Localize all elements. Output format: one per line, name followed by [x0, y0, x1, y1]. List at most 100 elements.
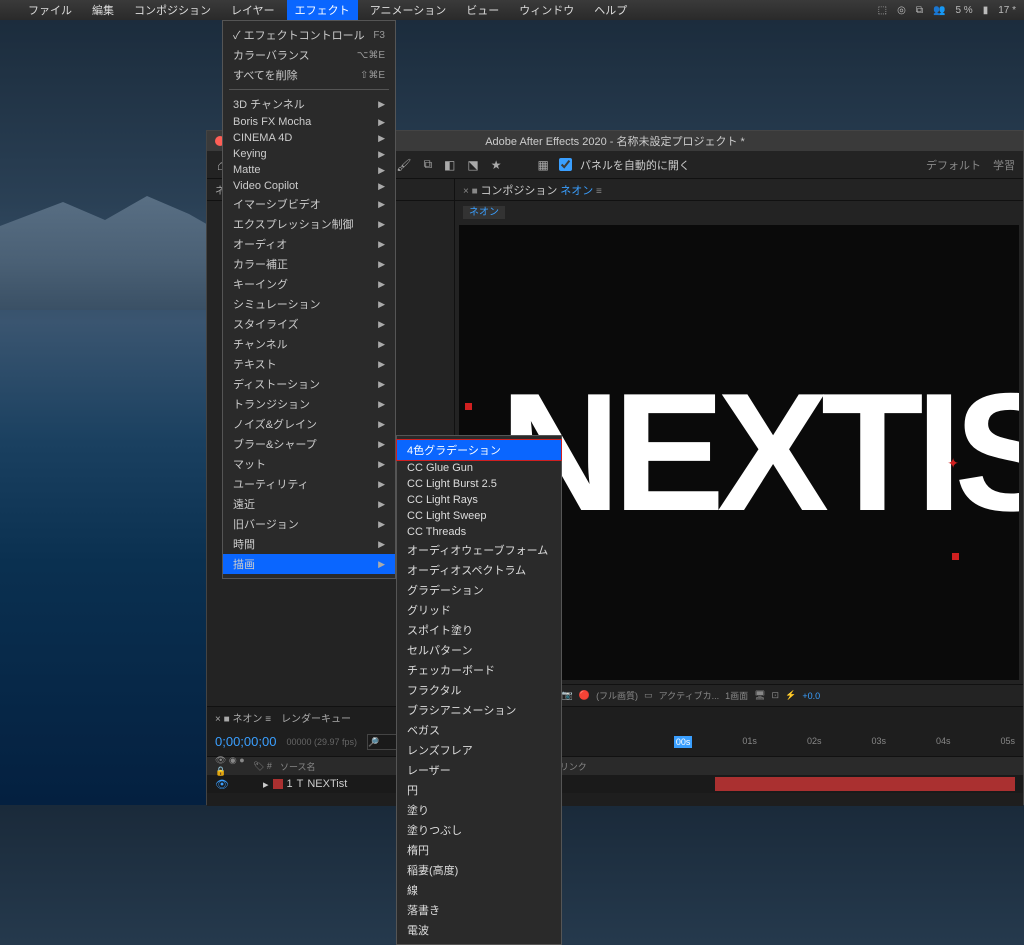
effect-menu-item[interactable]: Video Copilot▶	[223, 178, 395, 194]
generate-menu-item[interactable]: CC Light Burst 2.5	[397, 476, 561, 492]
view-icon2[interactable]: ⊡	[772, 690, 780, 701]
exposure-value[interactable]: +0.0	[802, 691, 820, 701]
menu-effect[interactable]: エフェクト	[287, 0, 358, 20]
effect-menu-item[interactable]: カラーバランス⌥⌘E	[223, 45, 395, 65]
generate-menu-item[interactable]: CC Light Rays	[397, 492, 561, 508]
menu-file[interactable]: ファイル	[20, 0, 80, 20]
effect-menu-item[interactable]: エクスプレッション制御▶	[223, 214, 395, 234]
generate-menu-item[interactable]: CC Light Sweep	[397, 508, 561, 524]
layer-color[interactable]	[273, 779, 283, 789]
workspace-default[interactable]: デフォルト	[926, 157, 981, 173]
generate-menu-item[interactable]: 電波	[397, 920, 561, 940]
generate-menu-item[interactable]: CC Threads	[397, 524, 561, 540]
layer-handle[interactable]	[952, 553, 959, 560]
generate-menu-item[interactable]: レンズフレア	[397, 740, 561, 760]
effect-menu-item[interactable]: スタイライズ▶	[223, 314, 395, 334]
visibility-icon[interactable]: 👁	[215, 778, 229, 791]
effect-menu-item[interactable]: ユーティリティ▶	[223, 474, 395, 494]
effect-menu-item[interactable]: 描画▶	[223, 554, 395, 574]
generate-menu-item[interactable]: スポイト塗り	[397, 620, 561, 640]
auto-open-checkbox[interactable]	[559, 158, 572, 171]
effect-menu-item[interactable]: カラー補正▶	[223, 254, 395, 274]
generate-menu-item[interactable]: 円	[397, 780, 561, 800]
views-dropdown[interactable]: 1画面	[725, 689, 748, 702]
menu-window[interactable]: ウィンドウ	[511, 0, 582, 20]
panel-icon[interactable]: ▦	[535, 156, 550, 174]
effect-menu-item[interactable]: Matte▶	[223, 162, 395, 178]
generate-menu-item[interactable]: 4色グラデーション	[397, 440, 561, 460]
layer-bar[interactable]	[715, 777, 1015, 791]
generate-menu-item[interactable]: ベガス	[397, 720, 561, 740]
generate-menu-item[interactable]: 塗り	[397, 800, 561, 820]
effect-menu-item[interactable]: キーイング▶	[223, 274, 395, 294]
generate-menu-item[interactable]: グリッド	[397, 600, 561, 620]
effect-menu-item[interactable]: CINEMA 4D▶	[223, 130, 395, 146]
effect-menu-item[interactable]: Boris FX Mocha▶	[223, 114, 395, 130]
playhead[interactable]: 00s	[674, 736, 693, 748]
effect-menu-item[interactable]: 3D チャンネル▶	[223, 94, 395, 114]
effect-menu-item[interactable]: シミュレーション▶	[223, 294, 395, 314]
menu-composition[interactable]: コンポジション	[126, 0, 219, 20]
effect-menu-item[interactable]: ブラー&シャープ▶	[223, 434, 395, 454]
eraser-tool-icon[interactable]: ◧	[442, 156, 457, 174]
comp-tab[interactable]: × ■ コンポジション ネオン ≡	[463, 182, 602, 198]
effect-menu-item[interactable]: チャンネル▶	[223, 334, 395, 354]
channel-icon[interactable]: 🔴	[579, 690, 590, 701]
effect-menu-item[interactable]: マット▶	[223, 454, 395, 474]
menu-layer[interactable]: レイヤー	[223, 0, 283, 20]
generate-menu-item[interactable]: 稲妻(高度)	[397, 860, 561, 880]
generate-menu-item[interactable]: CC Glue Gun	[397, 460, 561, 476]
users-icon[interactable]: 👥	[933, 5, 945, 16]
pin-tool-icon[interactable]: ★	[489, 156, 504, 174]
timeline-tab-render[interactable]: レンダーキュー	[281, 710, 351, 725]
battery-icon[interactable]: ▮	[983, 5, 989, 16]
effect-menu-item[interactable]: ディストーション▶	[223, 374, 395, 394]
generate-menu-item[interactable]: チェッカーボード	[397, 660, 561, 680]
generate-menu-item[interactable]: オーディオウェーブフォーム	[397, 540, 561, 560]
generate-menu-item[interactable]: オーディオスペクトラム	[397, 560, 561, 580]
generate-menu-item[interactable]: ブラシアニメーション	[397, 700, 561, 720]
menu-help[interactable]: ヘルプ	[586, 0, 635, 20]
row-arrow[interactable]: ▸	[263, 778, 269, 791]
view-icon3[interactable]: ⚡	[785, 690, 796, 701]
clone-tool-icon[interactable]: ⧉	[421, 155, 434, 174]
layer-handle[interactable]	[465, 403, 472, 410]
anchor-icon[interactable]: ✦	[947, 455, 959, 472]
timeline-row[interactable]: 👁 ▸ 1 T NEXTist 通常 ⊘ なし	[207, 775, 1023, 793]
camera-dropdown[interactable]: アクティブカ...	[659, 689, 720, 702]
effect-menu-item[interactable]: テキスト▶	[223, 354, 395, 374]
generate-menu-item[interactable]: 楕円	[397, 840, 561, 860]
effect-menu-item[interactable]: 時間▶	[223, 534, 395, 554]
workspace-learn[interactable]: 学習	[993, 157, 1015, 173]
effect-menu-item[interactable]: 遠近▶	[223, 494, 395, 514]
comp-breadcrumb[interactable]: ネオン	[463, 206, 505, 219]
timeline-timecode[interactable]: 0;00;00;00	[215, 734, 276, 749]
effect-menu-item[interactable]: 旧バージョン▶	[223, 514, 395, 534]
timeline-tab-comp[interactable]: × ■ ネオン ≡	[215, 710, 271, 725]
generate-menu-item[interactable]: 落書き	[397, 900, 561, 920]
generate-menu-item[interactable]: セルパターン	[397, 640, 561, 660]
screen-icon[interactable]: ⧉	[916, 5, 923, 16]
effect-menu-item[interactable]: オーディオ▶	[223, 234, 395, 254]
menu-animation[interactable]: アニメーション	[362, 0, 455, 20]
effect-menu-item[interactable]: ✓ エフェクトコントロールF3	[223, 25, 395, 45]
generate-menu-item[interactable]: 線	[397, 880, 561, 900]
row-name[interactable]: NEXTist	[307, 778, 347, 790]
effect-menu-item[interactable]: トランジション▶	[223, 394, 395, 414]
generate-menu-item[interactable]: 塗りつぶし	[397, 820, 561, 840]
effect-menu-item[interactable]: Keying▶	[223, 146, 395, 162]
effect-menu-item[interactable]: ノイズ&グレイン▶	[223, 414, 395, 434]
effect-menu-item[interactable]: イマーシブビデオ▶	[223, 194, 395, 214]
view-icon[interactable]: 🖥	[754, 690, 765, 701]
menu-edit[interactable]: 編集	[84, 0, 122, 20]
generate-menu-item[interactable]: レーザー	[397, 760, 561, 780]
generate-menu-item[interactable]: グラデーション	[397, 580, 561, 600]
menu-view[interactable]: ビュー	[458, 0, 507, 20]
status-icon[interactable]: ◎	[897, 5, 906, 16]
roto-tool-icon[interactable]: ⬔	[465, 156, 480, 174]
col-source[interactable]: ソース名	[280, 760, 380, 773]
region-icon[interactable]: ▭	[644, 690, 653, 701]
generate-menu-item[interactable]: フラクタル	[397, 680, 561, 700]
quality-dropdown[interactable]: (フル画質)	[596, 689, 638, 702]
snapshot-icon[interactable]: 📷	[562, 690, 573, 701]
